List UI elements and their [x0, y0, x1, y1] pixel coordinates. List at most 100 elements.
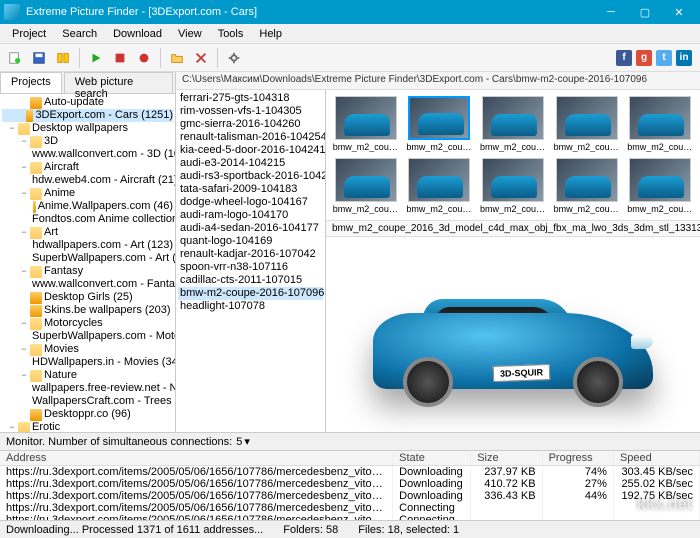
tree-node[interactable]: hdw.eweb4.com - Aircraft (21) — [2, 174, 173, 187]
tab-projects[interactable]: Projects — [0, 72, 62, 93]
path-bar: C:\Users\Максим\Downloads\Extreme Pictur… — [176, 72, 700, 90]
monitor-bar: Monitor. Number of simultaneous connecti… — [0, 432, 700, 450]
downloads-panel: AddressStateSizeProgressSpeedhttps://ru.… — [0, 450, 700, 520]
tree-node[interactable]: −Fantasy — [2, 265, 173, 278]
thumbnail[interactable]: bmw_m2_coupe_2016_3d... — [406, 96, 474, 152]
tree-node[interactable]: Anime.Wallpapers.com (46) — [2, 200, 173, 213]
connections-value[interactable]: 5 — [236, 436, 242, 448]
tree-node[interactable]: WallpapersCraft.com - Trees (14) — [2, 395, 173, 408]
tree-node[interactable]: www.wallconvert.com - 3D (109) — [2, 148, 173, 161]
file-item[interactable]: quant-logo-104169 — [178, 235, 323, 248]
tree-node[interactable]: −Nature — [2, 369, 173, 382]
file-item[interactable]: audi-ram-logo-104170 — [178, 209, 323, 222]
status-folders: Folders: 58 — [283, 524, 338, 536]
settings-button[interactable] — [223, 47, 245, 69]
close-button[interactable]: ✕ — [662, 0, 696, 24]
cards-button[interactable] — [52, 47, 74, 69]
file-item[interactable]: audi-e3-2014-104215 — [178, 157, 323, 170]
menu-search[interactable]: Search — [54, 26, 105, 42]
download-row[interactable]: https://ru.3dexport.com/items/2005/05/06… — [0, 478, 700, 490]
thumbnail[interactable]: bmw_m2_coupe_2016_3d... — [626, 96, 694, 152]
tree-node[interactable]: −Desktop wallpapers — [2, 122, 173, 135]
tree-node[interactable]: −Art — [2, 226, 173, 239]
new-project-button[interactable] — [4, 47, 26, 69]
menu-project[interactable]: Project — [4, 26, 54, 42]
file-item[interactable]: audi-a4-sedan-2016-104177 — [178, 222, 323, 235]
thumbnail[interactable]: bmw_m2_coupe_2016_3d... — [332, 96, 400, 152]
record-button[interactable] — [133, 47, 155, 69]
linkedin-icon[interactable]: in — [676, 50, 692, 66]
tree-node[interactable]: −Anime — [2, 187, 173, 200]
file-item[interactable]: rim-vossen-vfs-1-104305 — [178, 105, 323, 118]
twitter-icon[interactable]: t — [656, 50, 672, 66]
tree-node[interactable]: 3DExport.com - Cars (1251) — [2, 109, 173, 122]
tree-node[interactable]: −3D — [2, 135, 173, 148]
download-row[interactable]: https://ru.3dexport.com/items/2005/05/06… — [0, 502, 700, 514]
stop-button[interactable] — [109, 47, 131, 69]
file-list[interactable]: ferrari-275-gts-104318rim-vossen-vfs-1-1… — [176, 90, 326, 432]
google-icon[interactable]: g — [636, 50, 652, 66]
monitor-label: Monitor. Number of simultaneous connecti… — [6, 436, 232, 448]
file-item[interactable]: gmc-sierra-2016-104260 — [178, 118, 323, 131]
tree-node[interactable]: wallpapers.free-review.net - Nature (8) — [2, 382, 173, 395]
folder-button[interactable] — [166, 47, 188, 69]
window-title: Extreme Picture Finder - [3DExport.com -… — [26, 6, 594, 18]
tree-node[interactable]: −Movies — [2, 343, 173, 356]
menubar: ProjectSearchDownloadViewToolsHelp — [0, 24, 700, 44]
thumbnail[interactable]: bmw_m2_coupe_2016_3d... — [406, 158, 474, 214]
save-button[interactable] — [28, 47, 50, 69]
play-button[interactable] — [85, 47, 107, 69]
thumbnail[interactable]: bmw_m2_coupe_2016_3d... — [479, 158, 547, 214]
tree-node[interactable]: −Erotic — [2, 421, 173, 432]
download-row[interactable]: https://ru.3dexport.com/items/2005/05/06… — [0, 466, 700, 479]
file-item[interactable]: renault-talisman-2016-104254 — [178, 131, 323, 144]
thumbnail[interactable]: bmw_m2_coupe_2016_3d... — [553, 96, 621, 152]
downloads-table[interactable]: AddressStateSizeProgressSpeedhttps://ru.… — [0, 451, 700, 520]
tree-node[interactable]: Desktop Girls (25) — [2, 291, 173, 304]
tree-node[interactable]: hdwallpapers.com - Art (123) — [2, 239, 173, 252]
tree-node[interactable]: SuperbWallpapers.com - Motorcycles — [2, 330, 173, 343]
chevron-down-icon[interactable]: ▾ — [244, 435, 250, 448]
status-downloading: Downloading... Processed 1371 of 1611 ad… — [6, 524, 263, 536]
thumbnail-grid[interactable]: bmw_m2_coupe_2016_3d...bmw_m2_coupe_2016… — [326, 90, 700, 220]
file-item[interactable]: headlight-107078 — [178, 300, 323, 313]
tree-node[interactable]: Auto-update — [2, 96, 173, 109]
project-tree[interactable]: Auto-update3DExport.com - Cars (1251)−De… — [0, 94, 175, 432]
file-item[interactable]: audi-rs3-sportback-2016-104240 — [178, 170, 323, 183]
menu-help[interactable]: Help — [251, 26, 290, 42]
toolbar: f g t in — [0, 44, 700, 72]
social-links: f g t in — [616, 50, 692, 66]
image-preview[interactable]: 3D-SQUIR — [326, 237, 700, 432]
tab-websearch[interactable]: Web picture search — [64, 72, 173, 93]
minimize-button[interactable]: ─ — [594, 0, 628, 24]
delete-button[interactable] — [190, 47, 212, 69]
file-item[interactable]: cadillac-cts-2011-107015 — [178, 274, 323, 287]
thumbnail[interactable]: bmw_m2_coupe_2016_3d... — [626, 158, 694, 214]
tree-node[interactable]: Skins.be wallpapers (203) — [2, 304, 173, 317]
file-item[interactable]: spoon-vrr-n38-107116 — [178, 261, 323, 274]
download-row[interactable]: https://ru.3dexport.com/items/2005/05/06… — [0, 490, 700, 502]
maximize-button[interactable]: ▢ — [628, 0, 662, 24]
file-item[interactable]: bmw-m2-coupe-2016-107096 — [178, 287, 323, 300]
thumbnail[interactable]: bmw_m2_coupe_2016_3d... — [332, 158, 400, 214]
file-item[interactable]: tata-safari-2009-104183 — [178, 183, 323, 196]
tree-node[interactable]: −Motorcycles — [2, 317, 173, 330]
file-item[interactable]: kia-ceed-5-door-2016-104241 — [178, 144, 323, 157]
tree-node[interactable]: Desktoppr.co (96) — [2, 408, 173, 421]
menu-tools[interactable]: Tools — [210, 26, 252, 42]
preview-filename: bmw_m2_coupe_2016_3d_model_c4d_max_obj_f… — [326, 220, 700, 237]
file-item[interactable]: renault-kadjar-2016-107042 — [178, 248, 323, 261]
tree-node[interactable]: www.wallconvert.com - Fantasy (193) — [2, 278, 173, 291]
menu-view[interactable]: View — [170, 26, 210, 42]
thumbnail[interactable]: bmw_m2_coupe_2016_3d... — [553, 158, 621, 214]
status-files: Files: 18, selected: 1 — [358, 524, 459, 536]
tree-node[interactable]: SuperbWallpapers.com - Art (99) — [2, 252, 173, 265]
file-item[interactable]: dodge-wheel-logo-104167 — [178, 196, 323, 209]
file-item[interactable]: ferrari-275-gts-104318 — [178, 92, 323, 105]
thumbnail[interactable]: bmw_m2_coupe_2016_3d... — [479, 96, 547, 152]
tree-node[interactable]: HDWallpapers.in - Movies (341) — [2, 356, 173, 369]
menu-download[interactable]: Download — [105, 26, 170, 42]
facebook-icon[interactable]: f — [616, 50, 632, 66]
tree-node[interactable]: Fondtos.com Anime collection (2) — [2, 213, 173, 226]
tree-node[interactable]: −Aircraft — [2, 161, 173, 174]
